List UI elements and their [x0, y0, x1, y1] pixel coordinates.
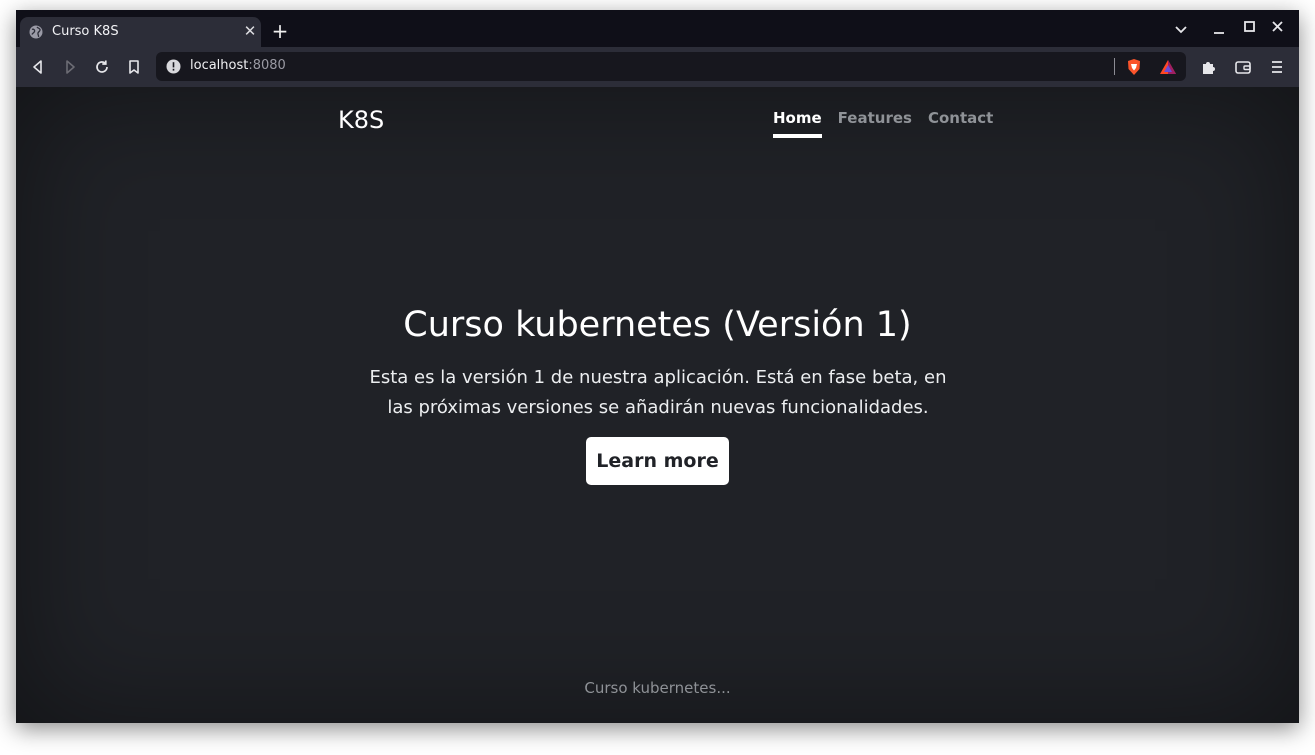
chevron-down-icon[interactable]: [1173, 21, 1189, 37]
hero-lead: Esta es la versión 1 de nuestra aplicaci…: [369, 367, 947, 418]
hero-title: Curso kubernetes (Versión 1): [403, 305, 912, 345]
browser-toolbar: localhost:8080: [16, 47, 1299, 87]
nav-features[interactable]: Features: [838, 109, 912, 138]
reload-icon[interactable]: [93, 58, 111, 76]
nav-home[interactable]: Home: [773, 109, 822, 138]
browser-window: Curso K8S ✕ + localhost:8080 K8S Home Fe…: [16, 10, 1299, 723]
minimize-icon[interactable]: [1211, 21, 1227, 37]
new-tab-button[interactable]: +: [270, 21, 290, 41]
tab-close-icon[interactable]: ✕: [242, 23, 258, 39]
forward-icon[interactable]: [61, 58, 79, 76]
info-icon[interactable]: [166, 59, 181, 74]
maximize-icon[interactable]: [1242, 19, 1258, 35]
tab-strip: Curso K8S ✕ +: [16, 10, 1299, 47]
url-text[interactable]: localhost:8080: [190, 58, 286, 73]
back-icon[interactable]: [29, 58, 47, 76]
web-page: K8S Home Features Contact Curso kubernet…: [16, 87, 1299, 723]
wallet-icon[interactable]: [1234, 58, 1252, 76]
nav-contact[interactable]: Contact: [928, 109, 993, 138]
url-port: :8080: [248, 58, 286, 73]
browser-tab[interactable]: Curso K8S ✕: [20, 17, 261, 47]
brave-rewards-icon[interactable]: [1159, 58, 1177, 76]
url-host: localhost: [190, 58, 249, 73]
globe-icon: [29, 25, 43, 39]
site-nav: Home Features Contact: [773, 109, 1009, 138]
learn-more-button[interactable]: Learn more: [586, 437, 729, 485]
puzzle-icon[interactable]: [1200, 58, 1218, 76]
menu-icon[interactable]: [1268, 58, 1286, 76]
url-separator: [1114, 58, 1115, 75]
address-bar[interactable]: localhost:8080: [156, 52, 1186, 81]
site-brand[interactable]: K8S: [338, 106, 384, 134]
bookmark-icon[interactable]: [125, 58, 143, 76]
close-icon[interactable]: [1270, 19, 1286, 35]
brave-shield-icon[interactable]: [1125, 58, 1143, 76]
tab-title: Curso K8S: [52, 24, 119, 39]
footer-text: Curso kubernetes...: [584, 679, 731, 697]
